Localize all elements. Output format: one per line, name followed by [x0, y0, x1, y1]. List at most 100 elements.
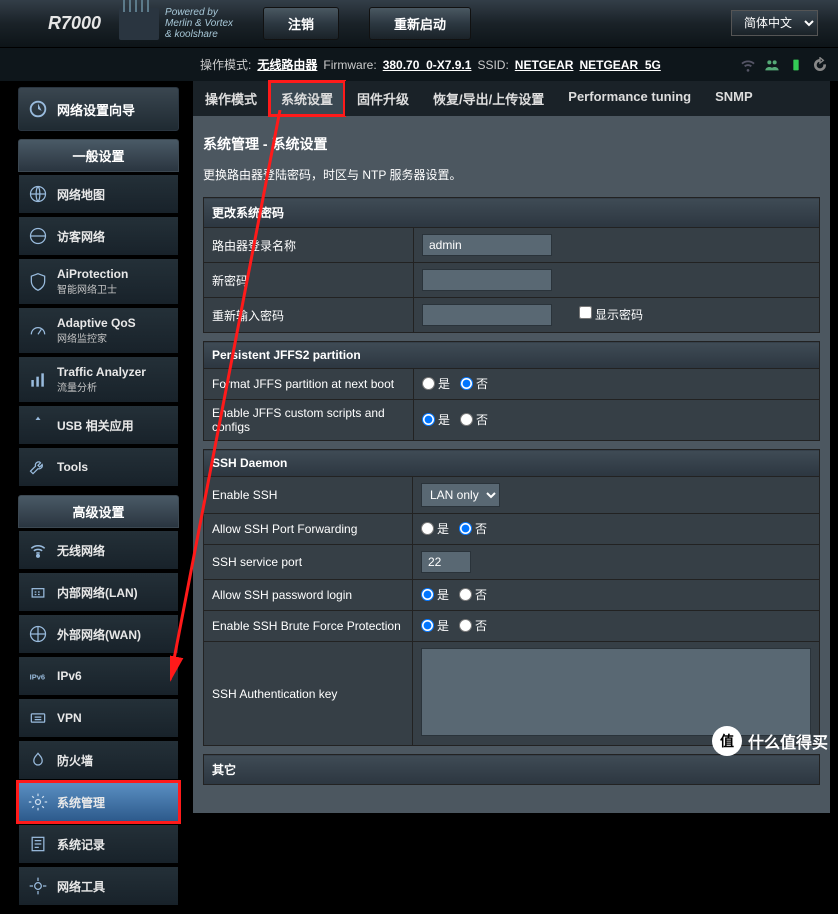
tab-snmp[interactable]: SNMP — [703, 81, 765, 116]
sidebar-label: 无线网络 — [57, 542, 105, 559]
tab-row: 操作模式 系统设置 固件升级 恢复/导出/上传设置 Performance tu… — [193, 81, 830, 116]
section-ssh: SSH Daemon Enable SSH LAN only Allow SSH… — [203, 449, 820, 746]
usb-icon[interactable] — [788, 57, 804, 73]
show-password-checkbox[interactable] — [579, 306, 592, 319]
wan-icon — [27, 623, 49, 645]
row-label: 新密码 — [204, 263, 414, 298]
sidebar-item-aiprotection[interactable]: AiProtection智能网络卫士 — [18, 258, 179, 305]
log-icon — [27, 833, 49, 855]
radio-yes[interactable] — [421, 522, 434, 535]
globe-icon — [27, 183, 49, 205]
ssh-port-input[interactable] — [421, 551, 471, 573]
sidebar-item-wizard[interactable]: 网络设置向导 — [18, 87, 179, 131]
language-dropdown[interactable]: 简体中文 — [731, 10, 818, 36]
content-area: 操作模式 系统设置 固件升级 恢复/导出/上传设置 Performance tu… — [185, 81, 838, 914]
sidebar-item-firewall[interactable]: 防火墙 — [18, 740, 179, 780]
new-password-input[interactable] — [422, 269, 552, 291]
row-label: Enable SSH Brute Force Protection — [204, 611, 413, 642]
sidebar-item-wireless[interactable]: 无线网络 — [18, 530, 179, 570]
users-icon[interactable] — [764, 57, 780, 73]
usb-side-icon — [27, 414, 49, 436]
section-header: Persistent JFFS2 partition — [204, 342, 820, 369]
row-label: SSH service port — [204, 545, 413, 580]
enable-ssh-select[interactable]: LAN only — [421, 483, 500, 507]
tab-operation-mode[interactable]: 操作模式 — [193, 81, 269, 116]
sidebar-label: 内部网络(LAN) — [57, 584, 138, 601]
reboot-button[interactable]: 重新启动 — [369, 7, 471, 40]
sidebar-item-tools[interactable]: Tools — [18, 447, 179, 487]
sidebar-item-system-log[interactable]: 系统记录 — [18, 824, 179, 864]
sidebar-item-network-tools[interactable]: 网络工具 — [18, 866, 179, 906]
logout-button[interactable]: 注销 — [263, 7, 339, 40]
radio-group-jffs-format: 是 否 — [422, 375, 488, 392]
radio-no[interactable] — [460, 413, 473, 426]
row-label: Enable JFFS custom scripts and configs — [204, 400, 414, 441]
sidebar-label: USB 相关应用 — [57, 417, 134, 434]
shield-icon — [27, 271, 49, 293]
ssid-2g[interactable]: NETGEAR — [515, 58, 574, 72]
sidebar-label: 网络地图 — [57, 186, 105, 203]
radio-yes[interactable] — [422, 377, 435, 390]
sidebar-item-lan[interactable]: 内部网络(LAN) — [18, 572, 179, 612]
row-label: Allow SSH password login — [204, 580, 413, 611]
ssh-authkey-textarea[interactable] — [421, 648, 811, 736]
sidebar-item-network-map[interactable]: 网络地图 — [18, 174, 179, 214]
powered-by-text: Powered by Merlin & Vortex & koolshare — [165, 7, 233, 40]
tab-restore-export[interactable]: 恢复/导出/上传设置 — [421, 81, 556, 116]
sidebar-item-wan[interactable]: 外部网络(WAN) — [18, 614, 179, 654]
gauge-icon — [27, 320, 49, 342]
sidebar-label: 系统管理 — [57, 794, 105, 811]
retype-password-input[interactable] — [422, 304, 552, 326]
logo-area: Powered by Merlin & Vortex & koolshare — [119, 7, 233, 40]
sidebar-sublabel: 智能网络卫士 — [57, 281, 128, 296]
sidebar-label: Traffic Analyzer — [57, 365, 146, 379]
sidebar-label: 网络工具 — [57, 878, 105, 895]
tab-firmware-upgrade[interactable]: 固件升级 — [345, 81, 421, 116]
ssid-5g[interactable]: NETGEAR_5G — [579, 58, 660, 72]
section-header: 更改系统密码 — [204, 198, 820, 228]
sidebar-sublabel: 网络监控家 — [57, 330, 136, 345]
sidebar-item-traffic-analyzer[interactable]: Traffic Analyzer流量分析 — [18, 356, 179, 403]
guest-icon — [27, 225, 49, 247]
page-title: 系统管理 - 系统设置 — [203, 126, 820, 166]
vpn-icon — [27, 707, 49, 729]
radio-yes[interactable] — [422, 413, 435, 426]
sidebar-label: IPv6 — [57, 669, 82, 683]
radio-group-ssh-forward: 是 否 — [421, 520, 487, 537]
watermark-text: 什么值得买 — [748, 729, 828, 753]
language-select[interactable]: 简体中文 — [731, 10, 818, 36]
info-line: 操作模式: 无线路由器 Firmware: 380.70_0-X7.9.1 SS… — [0, 48, 838, 81]
sidebar-item-usb[interactable]: USB 相关应用 — [18, 405, 179, 445]
sidebar-item-administration[interactable]: 系统管理 — [18, 782, 179, 822]
firmware-value[interactable]: 380.70_0-X7.9.1 — [383, 58, 472, 72]
tab-performance-tuning[interactable]: Performance tuning — [556, 81, 703, 116]
wifi-icon[interactable] — [740, 57, 756, 73]
radio-no[interactable] — [460, 377, 473, 390]
refresh-icon[interactable] — [812, 57, 828, 73]
sidebar-item-guest-network[interactable]: 访客网络 — [18, 216, 179, 256]
radio-yes[interactable] — [421, 588, 434, 601]
tab-system-settings[interactable]: 系统设置 — [269, 81, 345, 116]
radio-yes[interactable] — [421, 619, 434, 632]
row-label: Allow SSH Port Forwarding — [204, 514, 413, 545]
row-label: 路由器登录名称 — [204, 228, 414, 263]
svg-text:IPv6: IPv6 — [30, 672, 45, 681]
sidebar-item-vpn[interactable]: VPN — [18, 698, 179, 738]
settings-panel: 系统管理 - 系统设置 更换路由器登陆密码，时区与 NTP 服务器设置。 更改系… — [193, 116, 830, 813]
show-password-toggle[interactable]: 显示密码 — [579, 308, 643, 322]
wifi-side-icon — [27, 539, 49, 561]
row-label: 重新输入密码 — [204, 298, 414, 333]
firmware-label: Firmware: — [323, 58, 376, 72]
op-mode-value[interactable]: 无线路由器 — [257, 56, 317, 73]
radio-group-ssh-brute: 是 否 — [421, 617, 487, 634]
radio-no[interactable] — [459, 619, 472, 632]
radio-no[interactable] — [459, 588, 472, 601]
section-other: 其它 — [203, 754, 820, 785]
sidebar-item-adaptive-qos[interactable]: Adaptive QoS网络监控家 — [18, 307, 179, 354]
login-name-input[interactable] — [422, 234, 552, 256]
sidebar-item-ipv6[interactable]: IPv6 IPv6 — [18, 656, 179, 696]
sidebar-group-general: 一般设置 — [18, 139, 179, 172]
radio-no[interactable] — [459, 522, 472, 535]
sidebar-label: 访客网络 — [57, 228, 105, 245]
sidebar-label: VPN — [57, 711, 82, 725]
